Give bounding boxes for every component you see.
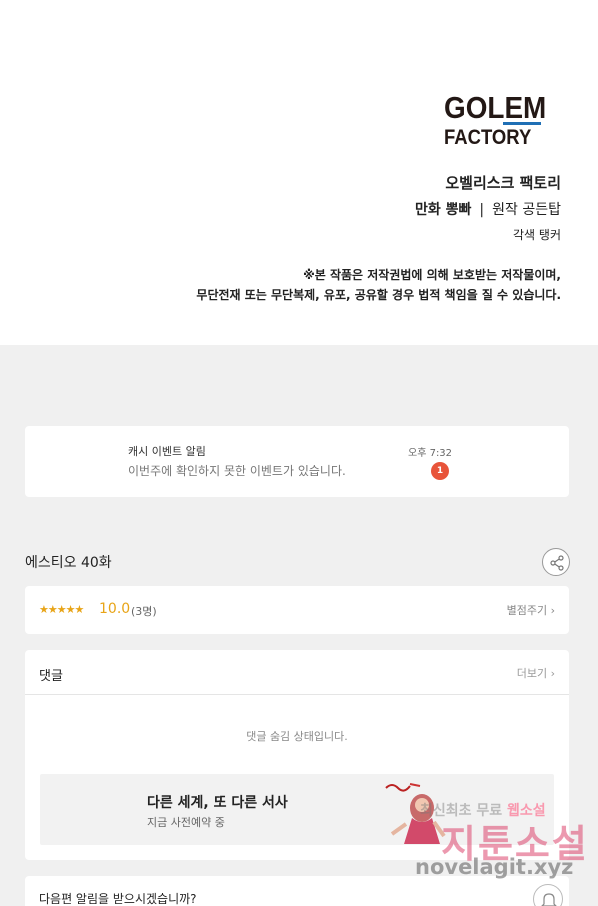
promo-character-art bbox=[385, 783, 446, 844]
logo-line2: FACTORY bbox=[444, 126, 532, 149]
episode-title: 에스티오 40화 bbox=[25, 555, 112, 571]
adaptation-credit: 각색 탱커 bbox=[513, 228, 561, 242]
share-icon bbox=[550, 555, 564, 571]
notice-line2: 무단전재 또는 무단복제, 유포, 공유할 경우 법적 책임을 질 수 있습니다… bbox=[196, 288, 561, 302]
notice-line1: ※본 작품은 저작권법에 의해 보호받는 저작물이며, bbox=[303, 268, 561, 282]
credits-row: 만화 뽕빠 | 원작 공든탑 bbox=[415, 199, 561, 221]
alert-bell-button[interactable] bbox=[533, 884, 563, 906]
star-rating-icons: ★★★★★ bbox=[39, 603, 84, 616]
comments-hidden-message: 댓글 숨김 상태입니다. bbox=[246, 730, 348, 743]
rating-count: (3명) bbox=[131, 605, 157, 618]
cash-event-notification[interactable]: 캐시 이벤트 알림 이번주에 확인하지 못한 이벤트가 있습니다. 오후 7:3… bbox=[25, 426, 569, 497]
credits: 오벨리스크 팩토리 만화 뽕빠 | 원작 공든탑 각색 탱커 bbox=[415, 172, 561, 243]
comments-label: 댓글 bbox=[39, 669, 63, 684]
give-rating-link[interactable]: 별점주기 › bbox=[507, 602, 555, 618]
comments-card: 댓글 더보기 › 댓글 숨김 상태입니다. 다른 세계, 또 다른 서사 지금 … bbox=[25, 650, 569, 860]
rating-score: 10.0 bbox=[99, 601, 131, 617]
original-credit: 원작 공든탑 bbox=[492, 202, 561, 218]
promo-subtitle: 지금 사전예약 중 bbox=[147, 816, 225, 829]
next-episode-question: 다음편 알림을 받으시겠습니까? bbox=[39, 892, 197, 906]
comments-header: 댓글 더보기 › bbox=[25, 650, 569, 695]
event-count-badge: 1 bbox=[431, 462, 449, 480]
credit-separator: | bbox=[479, 202, 485, 218]
promo-title: 다른 세계, 또 다른 서사 bbox=[147, 795, 288, 811]
promo-banner[interactable]: 다른 세계, 또 다른 서사 지금 사전예약 중 bbox=[40, 774, 554, 845]
event-message: 이번주에 확인하지 못한 이벤트가 있습니다. bbox=[128, 464, 346, 478]
bell-icon bbox=[541, 893, 557, 906]
comments-more-link[interactable]: 더보기 › bbox=[517, 665, 555, 681]
rating-card: ★★★★★ 10.0 (3명) 별점주기 › bbox=[25, 586, 569, 634]
logo-line1: GOLEM bbox=[444, 90, 547, 125]
studio-name: 오벨리스크 팩토리 bbox=[445, 174, 561, 192]
event-title: 캐시 이벤트 알림 bbox=[128, 445, 206, 458]
event-time: 오후 7:32 bbox=[408, 448, 453, 459]
art-credit: 만화 뽕빠 bbox=[415, 202, 472, 218]
share-button[interactable] bbox=[542, 548, 570, 576]
copyright-notice: ※본 작품은 저작권법에 의해 보호받는 저작물이며, 무단전재 또는 무단복제… bbox=[196, 265, 561, 305]
next-episode-alert: 다음편 알림을 받으시겠습니까? bbox=[25, 876, 569, 906]
credits-panel: GOLEM FACTORY 오벨리스크 팩토리 만화 뽕빠 | 원작 공든탑 각색 … bbox=[0, 0, 598, 345]
golem-factory-logo: GOLEM FACTORY bbox=[444, 92, 564, 149]
